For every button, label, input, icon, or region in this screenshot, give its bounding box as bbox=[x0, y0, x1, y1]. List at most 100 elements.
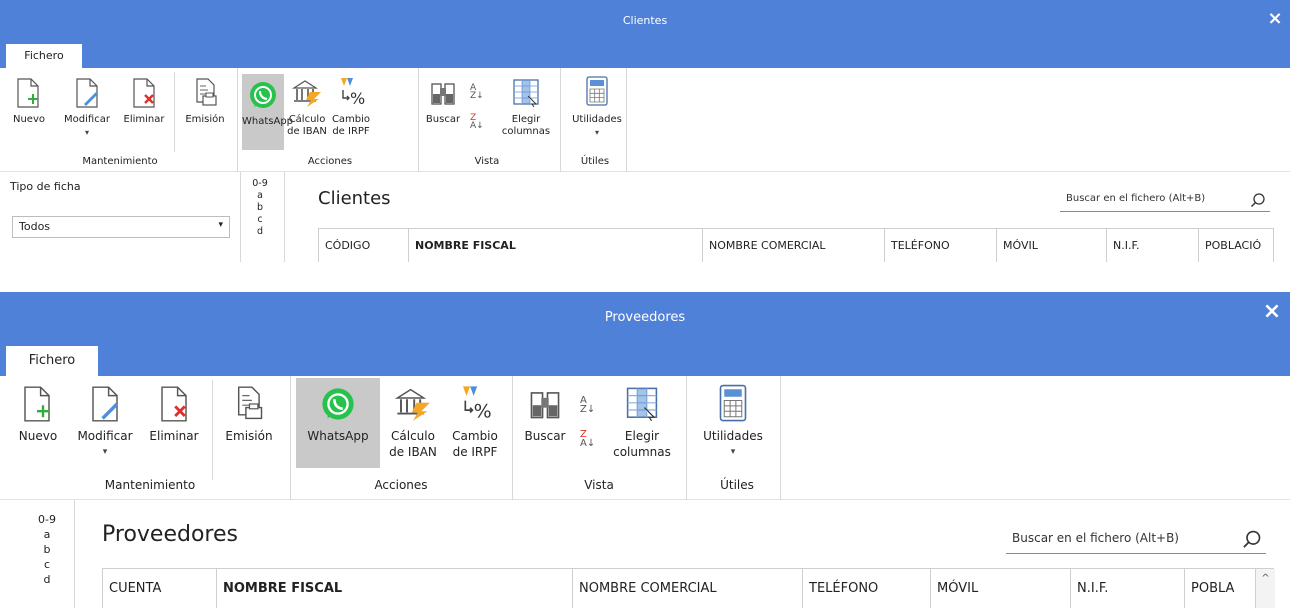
alpha-item[interactable]: a bbox=[34, 527, 60, 542]
nuevo-label: Nuevo bbox=[18, 429, 58, 443]
search-field[interactable]: Buscar en el fichero (Alt+B) bbox=[1060, 188, 1270, 212]
print-document-icon bbox=[237, 386, 263, 420]
column-header[interactable]: NOMBRE FISCAL bbox=[409, 229, 703, 262]
eliminar-label: Eliminar bbox=[123, 114, 165, 125]
percent-icon: % bbox=[462, 386, 492, 422]
alpha-item[interactable]: c bbox=[248, 214, 272, 226]
buscar-label: Buscar bbox=[425, 114, 461, 125]
column-header[interactable]: TELÉFONO bbox=[803, 569, 931, 608]
emision-label: Emisión bbox=[185, 114, 225, 125]
bank-icon bbox=[395, 388, 430, 421]
utilidades-button[interactable]: Utilidades ▾ bbox=[564, 72, 630, 152]
page-title: Proveedores bbox=[102, 522, 238, 547]
elegir-label-1: Elegir bbox=[624, 429, 660, 443]
alpha-item[interactable]: d bbox=[248, 226, 272, 238]
buscar-button[interactable]: Buscar bbox=[518, 380, 572, 460]
separator bbox=[626, 68, 627, 172]
delete-document-icon bbox=[161, 386, 187, 422]
emision-label: Emisión bbox=[225, 429, 273, 443]
search-field[interactable]: Buscar en el fichero (Alt+B) bbox=[1006, 524, 1266, 554]
column-header[interactable]: N.I.F. bbox=[1071, 569, 1185, 608]
whatsapp-button[interactable]: WhatsApp bbox=[242, 74, 294, 150]
tipo-ficha-label: Tipo de ficha bbox=[10, 180, 81, 193]
column-header[interactable]: CUENTA bbox=[103, 569, 217, 608]
sort-ascending-icon[interactable]: A Z↓ bbox=[580, 396, 595, 415]
eliminar-button[interactable]: Eliminar bbox=[120, 72, 168, 142]
column-header[interactable]: CÓDIGO bbox=[319, 229, 409, 262]
scroll-up-button[interactable]: ^ bbox=[1255, 569, 1275, 608]
modificar-dropdown-icon[interactable]: ▾ bbox=[58, 128, 116, 137]
calculo-iban-button[interactable]: Cálculo de IBAN bbox=[286, 72, 328, 152]
calculo-iban-button[interactable]: Cálculo de IBAN bbox=[382, 380, 444, 474]
column-header[interactable]: POBLA bbox=[1185, 569, 1255, 608]
nuevo-button[interactable]: Nuevo bbox=[12, 72, 46, 142]
cambio-label-1: Cambio bbox=[331, 114, 371, 125]
separator bbox=[284, 172, 285, 262]
utilidades-dropdown-icon[interactable]: ▾ bbox=[690, 447, 776, 457]
column-header[interactable]: N.I.F. bbox=[1107, 229, 1199, 262]
column-header[interactable]: MÓVIL bbox=[997, 229, 1107, 262]
column-header[interactable]: TELÉFONO bbox=[885, 229, 997, 262]
nuevo-button[interactable]: Nuevo bbox=[16, 380, 60, 460]
print-document-icon bbox=[196, 78, 217, 106]
alpha-item[interactable]: a bbox=[248, 190, 272, 202]
elegir-columnas-button[interactable]: Elegir columnas bbox=[604, 380, 680, 474]
group-acciones: Acciones bbox=[307, 156, 353, 167]
column-header[interactable]: NOMBRE COMERCIAL bbox=[573, 569, 803, 608]
calculo-label-2: de IBAN bbox=[287, 126, 327, 137]
elegir-label-2: columnas bbox=[613, 445, 671, 459]
alpha-item[interactable]: b bbox=[34, 542, 60, 557]
cambio-label-2: de IRPF bbox=[332, 126, 370, 137]
alpha-item[interactable]: b bbox=[248, 202, 272, 214]
emision-button[interactable]: Emisión bbox=[180, 72, 230, 142]
content-area: Tipo de ficha Todos ▾ 0-9 a b c d Client… bbox=[0, 172, 1290, 262]
column-header[interactable]: NOMBRE COMERCIAL bbox=[703, 229, 885, 262]
column-header[interactable]: NOMBRE FISCAL bbox=[217, 569, 573, 608]
group-utiles: Útiles bbox=[720, 478, 754, 492]
search-icon[interactable] bbox=[1250, 192, 1266, 208]
modificar-button[interactable]: Modificar ▾ bbox=[70, 380, 140, 474]
close-button[interactable]: × bbox=[1254, 292, 1290, 332]
proveedores-window: Proveedores × Fichero Nuevo Modificar ▾ bbox=[0, 292, 1290, 608]
buscar-label: Buscar bbox=[524, 429, 566, 443]
column-header[interactable]: MÓVIL bbox=[931, 569, 1071, 608]
sort-descending-icon[interactable]: Z A↓ bbox=[580, 430, 595, 449]
modificar-button[interactable]: Modificar ▾ bbox=[58, 72, 116, 148]
column-header[interactable]: POBLACIÓ bbox=[1199, 229, 1275, 262]
elegir-label-1: Elegir bbox=[511, 114, 541, 125]
group-acciones: Acciones bbox=[374, 478, 428, 492]
cambio-irpf-button[interactable]: % Cambio de IRPF bbox=[330, 72, 372, 152]
search-icon[interactable] bbox=[1242, 529, 1262, 549]
utilidades-label: Utilidades bbox=[572, 114, 622, 125]
group-mantenimiento: Mantenimiento bbox=[82, 156, 158, 167]
nuevo-label: Nuevo bbox=[12, 114, 45, 125]
sort-ascending-icon[interactable]: A Z↓ bbox=[470, 84, 484, 101]
alpha-item[interactable]: c bbox=[34, 557, 60, 572]
eliminar-button[interactable]: Eliminar bbox=[144, 380, 204, 460]
tab-fichero[interactable]: Fichero bbox=[6, 346, 98, 376]
calculo-label-1: Cálculo bbox=[391, 429, 435, 443]
alpha-item[interactable]: 0-9 bbox=[34, 512, 60, 527]
tipo-ficha-select[interactable]: Todos ▾ bbox=[12, 216, 230, 238]
sort-descending-icon[interactable]: Z A↓ bbox=[470, 114, 484, 131]
close-button[interactable]: × bbox=[1260, 0, 1290, 36]
utilidades-dropdown-icon[interactable]: ▾ bbox=[564, 128, 630, 137]
utilidades-label: Utilidades bbox=[703, 429, 763, 443]
elegir-columnas-button[interactable]: Elegir columnas bbox=[496, 72, 556, 152]
alpha-item[interactable]: d bbox=[34, 572, 60, 587]
modificar-dropdown-icon[interactable]: ▾ bbox=[70, 447, 140, 457]
cambio-label-2: de IRPF bbox=[452, 445, 498, 459]
separator bbox=[74, 500, 75, 608]
title-bar: Proveedores bbox=[0, 292, 1290, 344]
utilidades-button[interactable]: Utilidades ▾ bbox=[690, 380, 776, 474]
binoculars-icon bbox=[530, 392, 560, 419]
emision-button[interactable]: Emisión bbox=[218, 380, 280, 460]
whatsapp-button[interactable]: WhatsApp bbox=[296, 378, 380, 468]
tab-fichero[interactable]: Fichero bbox=[6, 44, 82, 68]
whatsapp-label: WhatsApp bbox=[242, 116, 294, 127]
alpha-item[interactable]: 0-9 bbox=[248, 178, 272, 190]
eliminar-label: Eliminar bbox=[149, 429, 199, 443]
separator bbox=[237, 68, 238, 172]
cambio-irpf-button[interactable]: % Cambio de IRPF bbox=[444, 380, 506, 474]
buscar-button[interactable]: Buscar bbox=[422, 72, 464, 142]
